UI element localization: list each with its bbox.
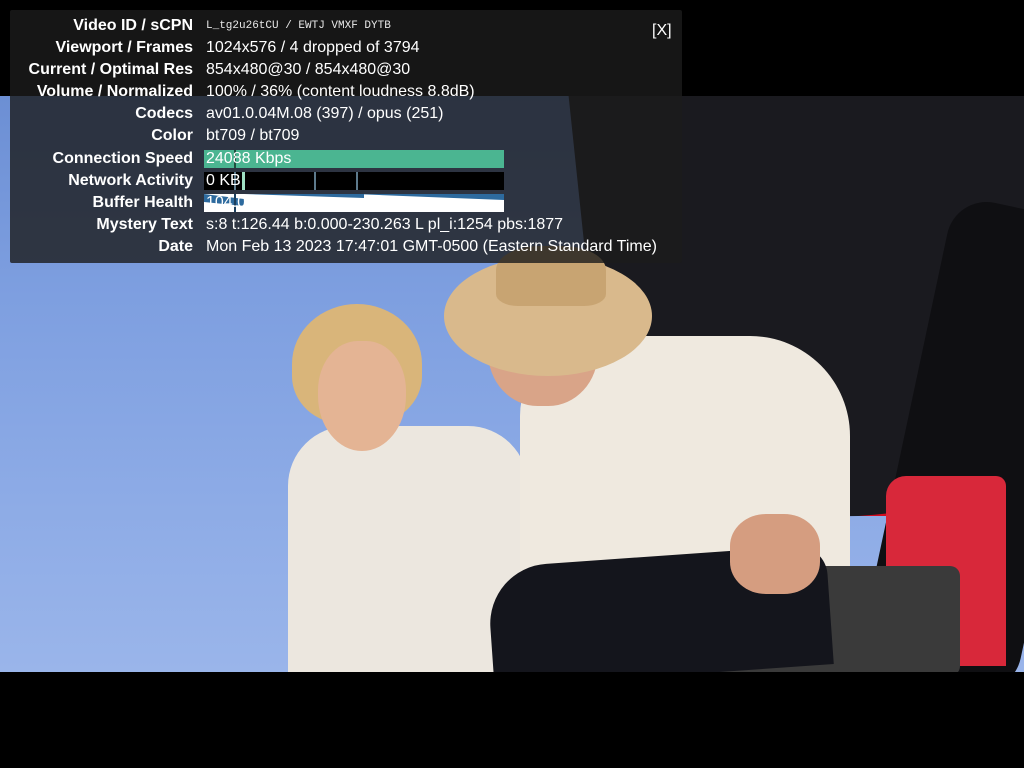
row-connection-speed: Connection Speed 24088 Kbps xyxy=(10,148,682,170)
label-video-id: Video ID / sCPN xyxy=(73,17,193,34)
hand xyxy=(730,514,820,594)
label-codecs: Codecs xyxy=(135,105,193,122)
row-viewport: Viewport / Frames 1024x576 / 4 dropped o… xyxy=(10,37,682,59)
value-date: Mon Feb 13 2023 17:47:01 GMT-0500 (Easte… xyxy=(206,238,657,255)
row-date: Date Mon Feb 13 2023 17:47:01 GMT-0500 (… xyxy=(10,236,682,258)
row-color: Color bt709 / bt709 xyxy=(10,125,682,147)
value-network-activity: 0 KB xyxy=(206,172,241,189)
row-volume: Volume / Normalized 100% / 36% (content … xyxy=(10,81,682,103)
value-video-id: L_tg2u26tCU / EWTJ VMXF DYTB xyxy=(206,20,391,32)
label-date: Date xyxy=(158,238,193,255)
label-color: Color xyxy=(151,127,193,144)
value-color: bt709 / bt709 xyxy=(206,127,300,144)
buffer-segment-3 xyxy=(354,194,504,200)
value-mystery-text: s:8 t:126.44 b:0.000-230.263 L pl_i:1254… xyxy=(206,216,564,233)
person-left-face xyxy=(318,341,406,451)
row-network-activity: Network Activity 0 KB xyxy=(10,170,682,192)
row-mystery-text: Mystery Text s:8 t:126.44 b:0.000-230.26… xyxy=(10,214,682,236)
net-tick-4 xyxy=(356,172,358,190)
label-mystery-text: Mystery Text xyxy=(96,216,193,233)
net-tick-2 xyxy=(242,172,245,190)
value-connection-speed: 24088 Kbps xyxy=(206,150,292,167)
stats-for-nerds-panel: [X] Video ID / sCPN L_tg2u26tCU / EWTJ V… xyxy=(10,10,682,263)
network-activity-graph xyxy=(204,172,504,190)
net-tick-3 xyxy=(314,172,316,190)
row-codecs: Codecs av01.0.04M.08 (397) / opus (251) xyxy=(10,103,682,125)
label-volume: Volume / Normalized xyxy=(36,83,193,100)
row-buffer-health: Buffer Health 104.01 s xyxy=(10,192,682,214)
value-viewport: 1024x576 / 4 dropped of 3794 xyxy=(206,39,420,56)
value-volume: 100% / 36% (content loudness 8.8dB) xyxy=(206,83,475,100)
label-resolution: Current / Optimal Res xyxy=(28,61,193,78)
row-video-id: Video ID / sCPN L_tg2u26tCU / EWTJ VMXF … xyxy=(10,15,682,37)
row-resolution: Current / Optimal Res 854x480@30 / 854x4… xyxy=(10,59,682,81)
label-connection-speed: Connection Speed xyxy=(52,150,193,167)
value-codecs: av01.0.04M.08 (397) / opus (251) xyxy=(206,105,444,122)
value-buffer-health: 104.01 s xyxy=(206,194,268,211)
label-buffer-health: Buffer Health xyxy=(92,194,193,211)
label-network-activity: Network Activity xyxy=(68,172,193,189)
label-viewport: Viewport / Frames xyxy=(55,39,193,56)
value-resolution: 854x480@30 / 854x480@30 xyxy=(206,61,411,78)
